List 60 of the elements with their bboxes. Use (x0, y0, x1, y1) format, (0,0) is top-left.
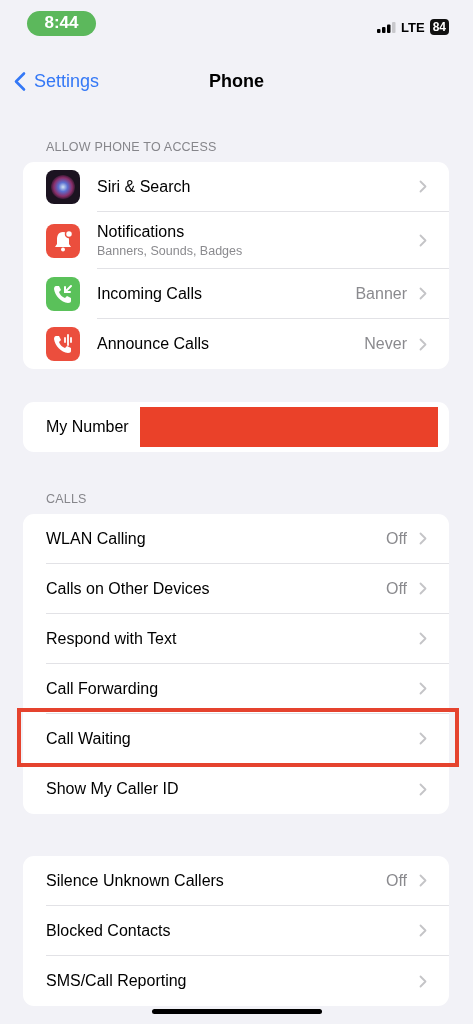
row-label: SMS/Call Reporting (46, 972, 188, 990)
settings-row[interactable]: My Number (23, 402, 449, 452)
row-value: Off (385, 529, 407, 548)
settings-row[interactable]: Siri & Search (23, 162, 449, 212)
row-label: Call Forwarding (46, 679, 160, 698)
chevron-icon (419, 632, 427, 645)
page-title: Phone (209, 70, 264, 92)
bell-icon (46, 223, 80, 258)
signal-icon (377, 21, 397, 33)
chevron-icon (419, 874, 427, 887)
row-value: Off (385, 579, 407, 598)
settings-row[interactable]: Call Waiting (23, 714, 449, 764)
chevron-icon (419, 582, 427, 595)
settings-row[interactable]: Calls on Other Devices Off (23, 564, 449, 614)
row-label: Respond with Text (46, 629, 178, 648)
settings-row[interactable]: Show My Caller ID (23, 764, 449, 814)
row-label: Notifications (97, 222, 186, 241)
row-subtitle: Banners, Sounds, Badges (97, 243, 244, 258)
row-label: Silence Unknown Callers (46, 871, 225, 890)
row-label: Show My Caller ID (46, 780, 180, 798)
settings-row[interactable]: Announce Calls Never (23, 319, 449, 369)
phone-sound-icon (46, 327, 80, 361)
row-label: Announce Calls (97, 335, 211, 353)
settings-row[interactable]: Silence Unknown Callers Off (23, 856, 449, 906)
chevron-icon (419, 732, 427, 745)
siri-icon (46, 170, 80, 204)
row-label: Incoming Calls (97, 284, 203, 303)
chevron-icon (419, 337, 427, 351)
network-label: LTE (401, 19, 425, 35)
settings-row[interactable]: Blocked Contacts (23, 906, 449, 956)
row-label: My Number (46, 418, 130, 436)
chevron-icon (419, 287, 427, 300)
settings-row[interactable]: Incoming Calls Banner (23, 269, 449, 319)
settings-row[interactable]: WLAN Calling Off (23, 514, 449, 564)
row-label: Calls on Other Devices (46, 579, 211, 598)
chevron-icon (419, 974, 427, 988)
row-label: Call Waiting (46, 729, 132, 748)
row-label: Siri & Search (97, 177, 192, 196)
chevron-icon (419, 782, 427, 796)
row-label: Blocked Contacts (46, 921, 172, 940)
row-label: WLAN Calling (46, 529, 147, 548)
row-value: Off (385, 871, 407, 890)
section-header: CALLS (45, 492, 88, 506)
status-time: 8:44 (27, 10, 96, 36)
chevron-icon (419, 233, 427, 247)
settings-row[interactable]: Call Forwarding (23, 664, 449, 714)
chevron-icon (419, 682, 427, 695)
battery-indicator: 84 (429, 19, 449, 35)
settings-row[interactable]: SMS/Call Reporting (23, 956, 449, 1006)
settings-row[interactable]: Respond with Text (23, 614, 449, 664)
incoming-call-icon (46, 277, 80, 311)
row-value: Banner (355, 284, 407, 303)
settings-row[interactable]: Notifications Banners, Sounds, Badges (23, 212, 449, 269)
back-button[interactable]: Settings (14, 70, 100, 92)
chevron-icon (419, 924, 427, 937)
chevron-icon (419, 180, 427, 193)
back-chevron-icon (14, 71, 26, 91)
row-value: Never (364, 335, 407, 353)
section-header: ALLOW PHONE TO ACCESS (45, 140, 218, 154)
chevron-icon (419, 532, 427, 545)
